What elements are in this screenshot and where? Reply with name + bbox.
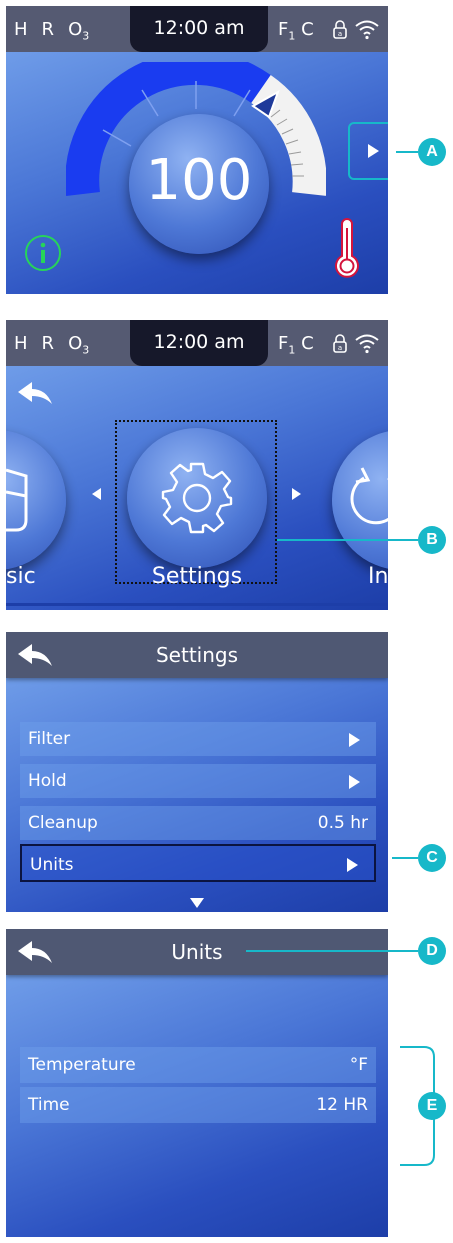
- menu-item-power[interactable]: [332, 430, 388, 570]
- info-icon[interactable]: [24, 234, 62, 272]
- row-label: Units: [30, 855, 74, 875]
- units-screen: Units Temperature °F Time 12 HR: [6, 929, 388, 1237]
- callout-a: A: [418, 138, 446, 166]
- settings-row-cleanup[interactable]: Cleanup 0.5 hr: [20, 806, 376, 840]
- ready-mode-indicator: R: [41, 333, 55, 354]
- menu-item-settings-label: Settings: [151, 564, 243, 589]
- main-screen: H R O3 12:00 am F1 C a 100: [6, 6, 388, 294]
- clock: 12:00 am: [130, 320, 268, 366]
- menu-item-settings[interactable]: [127, 428, 267, 568]
- settings-row-hold[interactable]: Hold: [20, 764, 376, 798]
- chevron-right-icon: [347, 858, 358, 872]
- row-label: Filter: [28, 729, 71, 749]
- wifi-icon: [355, 20, 379, 40]
- settings-row-units[interactable]: Units: [20, 844, 376, 882]
- menu-item-power-label: In: [368, 564, 388, 589]
- scroll-left-icon[interactable]: [92, 488, 101, 500]
- callout-d-line: [246, 950, 418, 952]
- menu-screen: H R O3 12:00 am F1 C a sic Settings In: [6, 320, 388, 610]
- ozone-indicator: O3: [68, 333, 90, 357]
- next-page-button[interactable]: [348, 122, 388, 180]
- scroll-down-icon[interactable]: [190, 898, 204, 908]
- svg-text:a: a: [338, 30, 342, 38]
- svg-text:a: a: [338, 344, 342, 352]
- status-bar: H R O3 12:00 am F1 C a: [6, 6, 388, 52]
- clock: 12:00 am: [130, 6, 268, 52]
- lock-icon: a: [333, 334, 347, 353]
- title-bar: Units: [6, 929, 388, 975]
- callout-b: B: [418, 526, 446, 554]
- row-label: Cleanup: [28, 813, 98, 833]
- page-title: Units: [171, 940, 223, 964]
- status-bar: H R O3 12:00 am F1 C a: [6, 320, 388, 366]
- title-bar: Settings: [6, 632, 388, 678]
- row-value: °F: [349, 1055, 368, 1075]
- callout-c-line: [392, 857, 418, 859]
- page-title: Settings: [155, 643, 239, 667]
- heater-indicator: H: [14, 333, 28, 354]
- wifi-icon: [355, 334, 379, 354]
- callout-e: E: [418, 1092, 446, 1120]
- scroll-right-icon[interactable]: [292, 488, 301, 500]
- row-label: Hold: [28, 771, 67, 791]
- row-value: 12 HR: [316, 1095, 368, 1115]
- units-row-temperature[interactable]: Temperature °F: [20, 1047, 376, 1083]
- ozone-indicator: O3: [68, 19, 90, 43]
- play-icon: [368, 144, 379, 158]
- filter-indicator: F1: [278, 19, 296, 43]
- units-row-time[interactable]: Time 12 HR: [20, 1087, 376, 1123]
- callout-d: D: [418, 937, 446, 965]
- power-icon: [350, 467, 388, 525]
- menu-item-music-label: sic: [6, 564, 36, 589]
- back-arrow-icon[interactable]: [16, 380, 54, 408]
- chevron-right-icon: [349, 775, 360, 789]
- row-value: 0.5 hr: [317, 813, 368, 833]
- thermometer-icon[interactable]: [332, 218, 362, 280]
- cleanup-indicator: C: [301, 333, 314, 354]
- menu-item-music[interactable]: [6, 430, 66, 570]
- settings-row-filter[interactable]: Filter: [20, 722, 376, 756]
- callout-a-line: [396, 151, 418, 153]
- row-label: Time: [28, 1095, 70, 1115]
- lock-icon: a: [333, 20, 347, 39]
- music-icon: [6, 468, 28, 532]
- ready-mode-indicator: R: [41, 19, 55, 40]
- row-label: Temperature: [28, 1055, 136, 1075]
- filter-indicator: F1: [278, 333, 296, 357]
- cleanup-indicator: C: [301, 19, 314, 40]
- chevron-right-icon: [349, 733, 360, 747]
- settings-screen: Settings Filter Hold Cleanup 0.5 hr Unit…: [6, 632, 388, 912]
- callout-c: C: [418, 844, 446, 872]
- menu-bottom-divider: [6, 603, 388, 606]
- gear-icon: [161, 462, 233, 534]
- heater-indicator: H: [14, 19, 28, 40]
- callout-b-line: [277, 539, 418, 541]
- set-temperature-value: 100: [145, 148, 253, 213]
